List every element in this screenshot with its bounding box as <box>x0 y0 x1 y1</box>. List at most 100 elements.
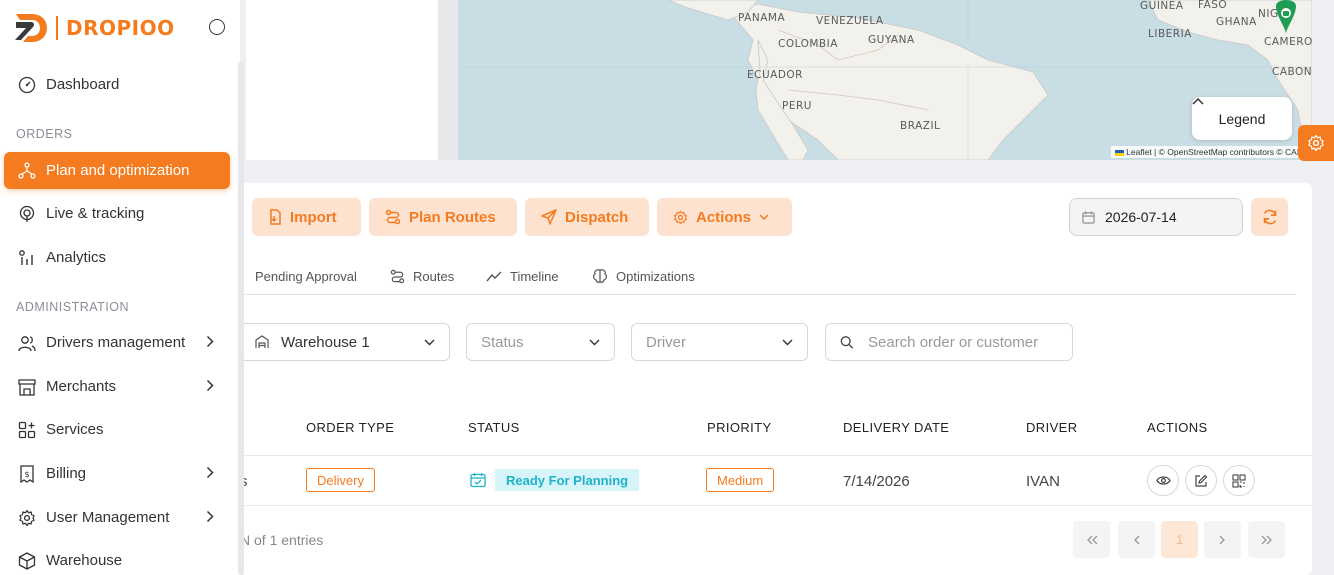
brand-logo[interactable]: DROPIOO <box>14 12 175 44</box>
tab-label: Pending Approval <box>255 268 357 284</box>
warehouse-select[interactable]: Warehouse 1 <box>240 323 450 361</box>
brain-icon <box>593 269 607 283</box>
driver-placeholder: Driver <box>646 333 686 351</box>
actions-dropdown[interactable]: Actions <box>657 198 792 236</box>
chevron-right-icon <box>206 335 214 348</box>
sidebar-item-user-management[interactable]: User Management <box>4 499 230 536</box>
tab-routes[interactable]: Routes <box>390 267 454 285</box>
logo-separator <box>56 16 58 40</box>
chevron-right-icon <box>206 379 214 392</box>
attribution-text: Leaflet | © OpenStreetMap contributors ©… <box>1126 147 1308 157</box>
dispatch-label: Dispatch <box>565 208 629 226</box>
date-picker[interactable]: 2026-07-14 <box>1069 198 1243 236</box>
prev-page-button[interactable] <box>1118 521 1155 558</box>
chevron-right-icon <box>206 466 214 479</box>
svg-text:$: $ <box>24 470 29 479</box>
column-header[interactable]: ORDER TYPE <box>306 420 394 435</box>
sidebar-item-warehouse[interactable]: Warehouse <box>4 542 230 575</box>
sidebar-scrollbar[interactable] <box>238 62 244 575</box>
map-label: FASO <box>1198 0 1228 11</box>
legend-label: Legend <box>1218 110 1266 127</box>
sidebar-item-services[interactable]: Services <box>4 411 230 448</box>
view-button[interactable] <box>1147 465 1179 496</box>
first-page-button[interactable] <box>1073 521 1110 558</box>
send-icon <box>541 209 557 225</box>
driver-cell: IVAN <box>1026 473 1060 490</box>
dispatch-button[interactable]: Dispatch <box>525 198 649 236</box>
map-panel[interactable]: PANAMA VENEZUELA COLOMBIA GUYANA ECUADOR… <box>246 0 1312 160</box>
date-value: 2026-07-14 <box>1105 209 1177 225</box>
route-nodes-icon <box>18 161 36 179</box>
page-button-current[interactable]: 1 <box>1161 521 1198 558</box>
chevron-down-icon <box>424 339 435 345</box>
store-icon <box>18 378 36 396</box>
table-divider <box>240 455 1312 456</box>
sidebar-item-analytics[interactable]: Analytics <box>4 239 230 276</box>
tab-timeline[interactable]: Timeline <box>486 267 559 285</box>
ukraine-flag-icon <box>1115 149 1125 156</box>
driver-select[interactable]: Driver <box>631 323 808 361</box>
map-gutter <box>438 0 458 160</box>
sidebar-item-label: Billing <box>46 465 87 482</box>
eye-icon <box>1155 476 1171 485</box>
map-label: PANAMA <box>738 12 786 24</box>
status-select[interactable]: Status <box>466 323 615 361</box>
map-label: GHANA <box>1216 16 1257 28</box>
plan-routes-button[interactable]: Plan Routes <box>369 198 517 236</box>
priority-badge: Medium <box>706 468 775 492</box>
map-label: CABON <box>1272 66 1312 78</box>
column-header[interactable]: DRIVER <box>1026 420 1078 435</box>
column-header[interactable]: PRIORITY <box>707 420 772 435</box>
refresh-button[interactable] <box>1251 198 1288 236</box>
sidebar-item-plan-and-optimization[interactable]: Plan and optimization <box>4 152 230 189</box>
map-view[interactable]: PANAMA VENEZUELA COLOMBIA GUYANA ECUADOR… <box>458 0 1312 160</box>
sidebar-item-merchants[interactable]: Merchants <box>4 368 230 405</box>
sidebar-item-drivers-management[interactable]: Drivers management <box>4 324 230 361</box>
tab-label: Timeline <box>510 268 559 284</box>
next-page-button[interactable] <box>1204 521 1241 558</box>
tab-optimizations[interactable]: Optimizations <box>592 267 695 285</box>
sidebar-item-billing[interactable]: $ Billing <box>4 455 230 492</box>
gear-icon <box>1308 134 1324 152</box>
legend-button[interactable]: Legend <box>1192 97 1292 140</box>
sidebar-item-label: Services <box>46 421 104 438</box>
grid-icon <box>18 421 36 438</box>
column-header[interactable]: DELIVERY DATE <box>843 420 949 435</box>
last-page-button[interactable] <box>1248 521 1285 558</box>
map-label: LIBERIA <box>1148 28 1192 40</box>
column-header[interactable]: STATUS <box>468 420 520 435</box>
map-label: GUYANA <box>868 34 915 46</box>
map-land-shapes <box>458 0 1312 160</box>
chevron-down-icon <box>782 339 793 345</box>
sidebar-item-label: Dashboard <box>46 76 120 93</box>
double-chevron-left-icon <box>1086 535 1097 544</box>
chevron-right-icon <box>206 510 214 523</box>
location-icon <box>19 205 35 222</box>
trend-icon <box>486 271 502 282</box>
search-input[interactable] <box>868 333 1058 351</box>
settings-float-button[interactable] <box>1298 125 1334 161</box>
search-box[interactable] <box>825 323 1073 361</box>
delivery-date-cell: 7/14/2026 <box>843 473 910 490</box>
tab-pending-approval[interactable]: Pending Approval <box>255 267 357 285</box>
sidebar-item-live-tracking[interactable]: Live & tracking <box>4 195 230 232</box>
import-label: Import <box>290 208 337 226</box>
map-label: COLOMBIA <box>778 38 838 50</box>
users-icon <box>18 335 36 351</box>
edit-button[interactable] <box>1185 465 1217 496</box>
sidebar-collapse-toggle[interactable] <box>209 19 225 35</box>
refresh-icon <box>1263 209 1276 225</box>
qr-code-button[interactable] <box>1223 465 1255 496</box>
import-button[interactable]: Import <box>252 198 361 236</box>
import-icon <box>270 209 281 225</box>
sidebar-item-label: Plan and optimization <box>46 162 190 179</box>
sidebar-item-dashboard[interactable]: Dashboard <box>4 66 230 103</box>
gear-icon <box>19 509 35 526</box>
tab-label: Optimizations <box>616 268 695 284</box>
gear-icon <box>674 210 687 224</box>
map-attribution[interactable]: Leaflet | © OpenStreetMap contributors ©… <box>1111 146 1312 158</box>
receipt-icon: $ <box>20 464 34 483</box>
table-divider <box>240 505 1312 506</box>
calendar-check-icon <box>470 473 486 488</box>
chevron-down-icon <box>589 339 600 345</box>
